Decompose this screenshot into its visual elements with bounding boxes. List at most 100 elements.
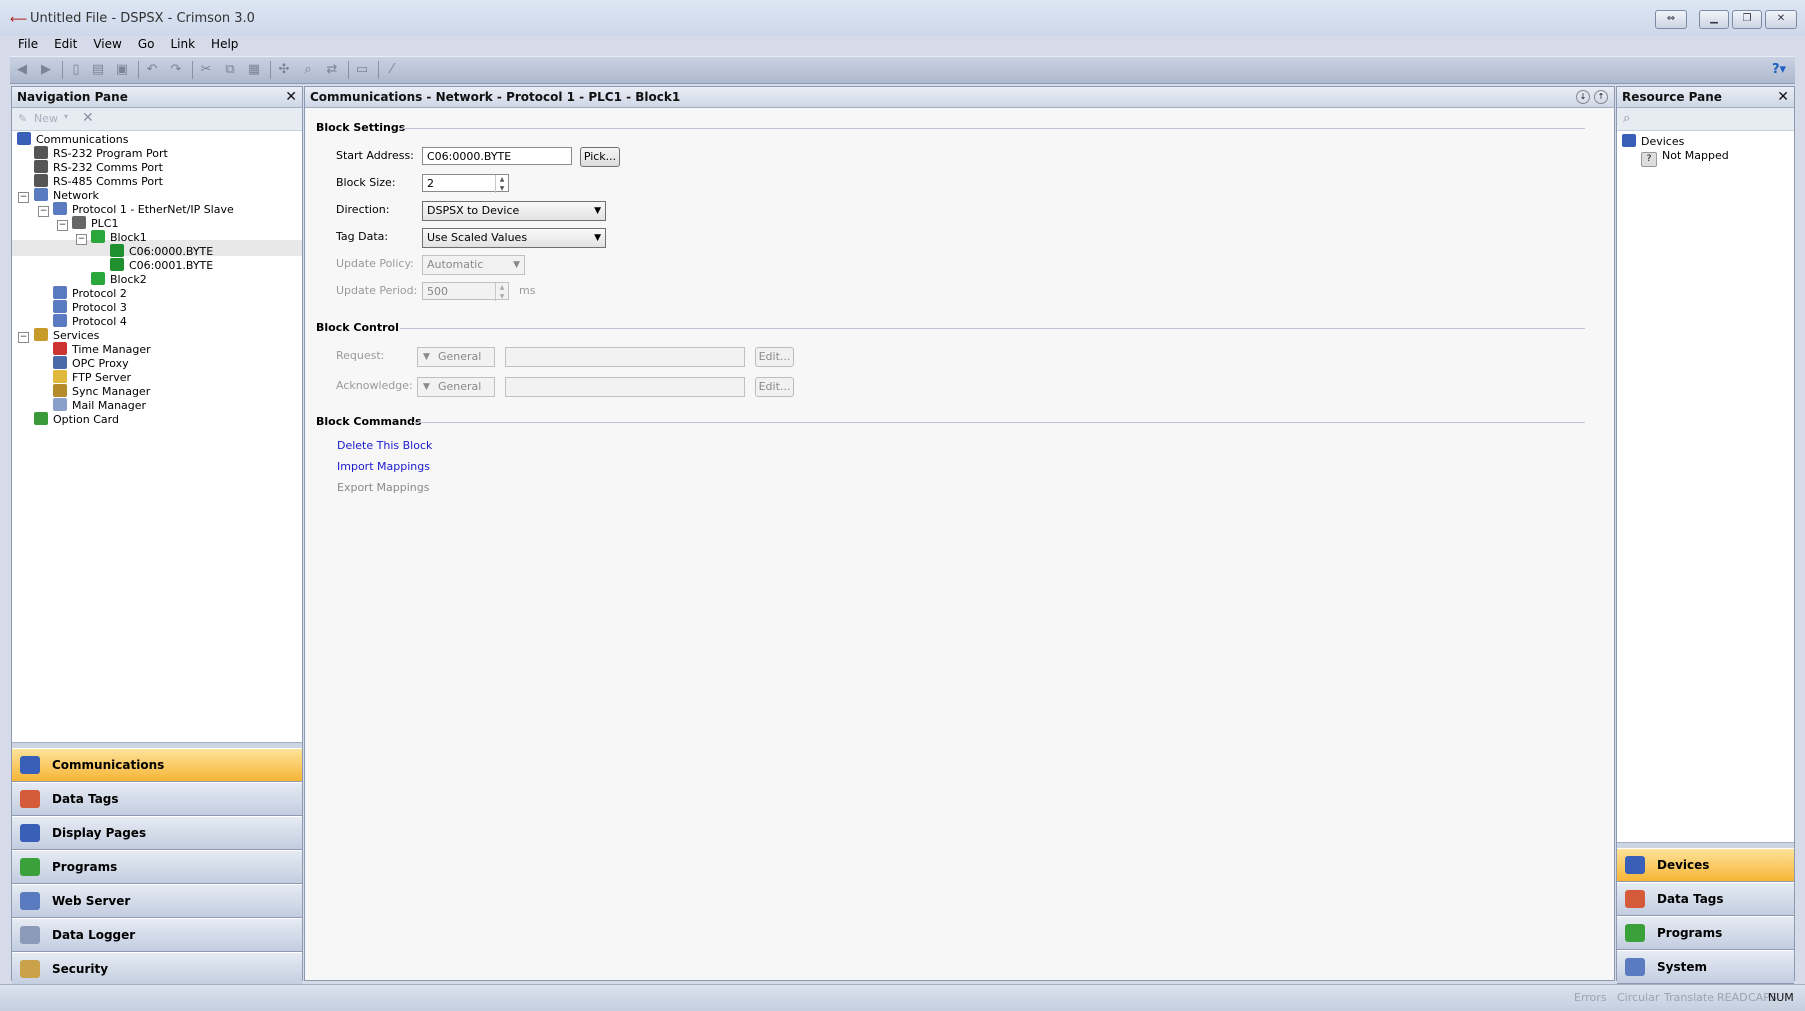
app-icon: ⟵ [10,12,28,26]
resource-button-programs[interactable]: Programs [1617,916,1794,950]
mail-icon [53,398,67,411]
status-circular: Circular [1617,991,1660,1004]
close-icon[interactable]: ✕ [1777,89,1789,105]
menu-edit[interactable]: Edit [46,34,85,54]
collapse-block1-toggle[interactable]: − [76,234,87,245]
close-icon[interactable]: ✕ [285,89,297,105]
nav-button-data-logger[interactable]: Data Logger [12,918,302,952]
resource-pane-header: Resource Pane ✕ [1617,87,1794,108]
forward-icon[interactable]: ▶ [38,62,54,78]
request-type-value: General [438,350,482,363]
resource-button-system[interactable]: System [1617,950,1794,984]
nav-button-display-pages[interactable]: Display Pages [12,816,302,850]
navigation-pane-header: Navigation Pane ✕ [12,87,302,108]
delete-icon[interactable]: ✕ [82,110,94,126]
undo-icon[interactable]: ↶ [144,62,160,78]
nav-button-communications[interactable]: Communications [12,748,302,782]
resource-pane-title: Resource Pane [1622,90,1722,104]
request-type-select[interactable]: ▼ General [417,347,495,367]
import-mappings-link[interactable]: Import Mappings [337,460,430,473]
acknowledge-edit-button[interactable]: Edit... [755,377,794,397]
data-logger-icon [20,926,40,944]
search-icon[interactable]: ⌕ [1623,111,1630,126]
menu-file[interactable]: File [10,34,46,54]
tools-icon[interactable]: ✣ [276,62,292,78]
forward-nav-icon[interactable]: ↑ [1594,90,1608,104]
link-icon[interactable]: ⇄ [324,62,340,78]
open-icon[interactable]: ▤ [90,62,106,78]
nav-button-security[interactable]: Security [12,952,302,986]
menu-link[interactable]: Link [162,34,203,54]
update-period-value: 500 [427,285,448,298]
direction-label: Direction: [336,203,390,216]
find-icon[interactable]: ⌕ [300,62,316,78]
resource-pane: Resource Pane ✕ ⌕ Devices ? Not Mapped De… [1616,86,1795,984]
collapse-services-toggle[interactable]: − [18,332,29,343]
collapse-plc1-toggle[interactable]: − [57,220,68,231]
toolbar-separator [192,61,193,79]
nav-button-web-server[interactable]: Web Server [12,884,302,918]
minimize-button[interactable]: ▁ [1699,10,1729,29]
protocol-icon [53,314,67,327]
breadcrumb: Communications - Network - Protocol 1 - … [310,90,681,104]
update-period-field[interactable]: 500 ▲ ▼ [422,282,509,301]
main-toolbar: ◀ ▶ ▯ ▤ ▣ ↶ ↷ ✂ ⧉ ▦ ✣ ⌕ ⇄ ▭ ⁄ ?▾ [10,56,1795,84]
chevron-down-icon: ▼ [513,260,520,270]
network-icon [34,188,48,201]
close-window-button[interactable]: ✕ [1765,10,1797,29]
resource-item-not-mapped[interactable]: ? Not Mapped [1641,148,1729,167]
window-title: Untitled File - DSPSX - Crimson 3.0 [30,11,255,26]
download-icon[interactable]: ▭ [354,62,370,78]
acknowledge-expression-field[interactable] [505,377,745,397]
security-icon [20,960,40,978]
delete-block-link[interactable]: Delete This Block [337,439,432,452]
pick-button[interactable]: Pick... [580,147,620,167]
status-errors: Errors [1574,991,1607,1004]
update-policy-select[interactable]: Automatic ▼ [422,255,525,275]
chevron-down-icon: ▼ [594,233,601,243]
new-item-button[interactable]: New [34,112,58,125]
block-settings-heading: Block Settings [316,121,406,134]
menu-help[interactable]: Help [203,34,246,54]
request-edit-button[interactable]: Edit... [755,347,794,367]
new-file-icon[interactable]: ▯ [68,62,84,78]
communications-icon [20,756,40,774]
collapse-network-toggle[interactable]: − [18,192,29,203]
back-icon[interactable]: ◀ [14,62,30,78]
menu-view[interactable]: View [85,34,129,54]
nav-button-data-tags[interactable]: Data Tags [12,782,302,816]
wand-icon[interactable]: ⁄ [384,62,400,78]
section-divider [400,328,1585,329]
spinner-arrows-icon[interactable]: ▲ ▼ [495,175,508,193]
tag-data-select[interactable]: Use Scaled Values ▼ [422,228,606,248]
collapse-protocol1-toggle[interactable]: − [38,206,49,217]
navigation-category-buttons: Communications Data Tags Display Pages P… [12,748,302,986]
maximize-button[interactable]: ❐ [1732,10,1762,29]
cut-icon[interactable]: ✂ [198,62,214,78]
copy-icon[interactable]: ⧉ [222,62,238,78]
start-address-field[interactable]: C06:0000.BYTE [422,147,572,165]
block-icon [91,230,105,243]
back-nav-icon[interactable]: ↓ [1576,90,1590,104]
help-icon[interactable]: ?▾ [1768,62,1790,78]
spinner-arrows-icon[interactable]: ▲ ▼ [495,283,508,301]
tag-data-label: Tag Data: [336,230,389,243]
chevron-down-icon: ▼ [594,206,601,216]
nav-button-programs[interactable]: Programs [12,850,302,884]
save-icon[interactable]: ▣ [114,62,130,78]
block-size-field[interactable]: 2 ▲ ▼ [422,174,509,193]
tree-item-option-card[interactable]: Option Card [34,412,119,428]
acknowledge-type-select[interactable]: ▼ General [417,377,495,397]
menu-go[interactable]: Go [130,34,163,54]
resource-button-data-tags[interactable]: Data Tags [1617,882,1794,916]
block-commands-heading: Block Commands [316,415,422,428]
paste-icon[interactable]: ▦ [246,62,262,78]
request-expression-field[interactable] [505,347,745,367]
resource-button-devices[interactable]: Devices [1617,848,1794,882]
services-icon [34,328,48,341]
restore-layout-button[interactable]: ⇔ [1655,10,1687,29]
redo-icon[interactable]: ↷ [168,62,184,78]
export-mappings-link[interactable]: Export Mappings [337,481,429,494]
toolbar-separator [270,61,271,79]
direction-select[interactable]: DSPSX to Device ▼ [422,201,606,221]
